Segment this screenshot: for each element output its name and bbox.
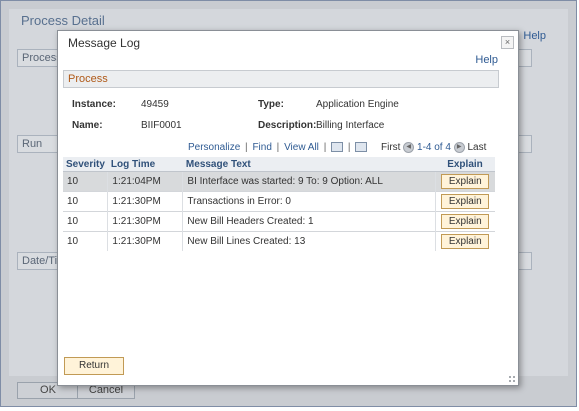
severity-cell: 10	[63, 191, 109, 212]
page-title: Process Detail	[21, 13, 105, 28]
find-link[interactable]: Find	[252, 142, 271, 153]
severity-cell: 10	[63, 171, 109, 192]
toolbar-separator: |	[276, 142, 280, 153]
log-time-cell: 1:21:30PM	[107, 191, 184, 212]
log-time-cell: 1:21:30PM	[107, 211, 184, 232]
toolbar-separator: |	[347, 142, 351, 153]
message-text-header[interactable]: Message Text	[182, 157, 435, 172]
name-value: BIIF0001	[141, 120, 182, 131]
message-text-cell: New Bill Lines Created: 13	[182, 231, 436, 251]
severity-header[interactable]: Severity	[63, 157, 108, 172]
explain-button[interactable]: Explain	[441, 214, 490, 229]
message-text-cell: New Bill Headers Created: 1	[182, 211, 436, 232]
instance-label: Instance:	[72, 99, 116, 110]
message-text-cell: BI Interface was started: 9 To: 9 Option…	[182, 171, 436, 192]
modal-title: Message Log	[68, 36, 141, 50]
new-window-icon[interactable]	[331, 142, 344, 153]
severity-cell: 10	[63, 231, 109, 251]
grid-pagination: First ◀ 1-4 of 4 ▶ Last	[381, 142, 486, 153]
close-icon[interactable]: ×	[501, 36, 514, 49]
previous-icon[interactable]: ◀	[403, 142, 415, 153]
explain-cell: Explain	[435, 191, 495, 212]
personalize-link[interactable]: Personalize	[188, 142, 240, 153]
explain-button[interactable]: Explain	[441, 174, 490, 189]
description-label: Description:	[258, 120, 317, 131]
message-log-grid: Severity Log Time Message Text Explain 1…	[63, 157, 495, 251]
modal-help-link[interactable]: Help	[475, 54, 498, 66]
log-time-cell: 1:21:30PM	[107, 231, 184, 251]
explain-cell: Explain	[435, 171, 495, 192]
table-row[interactable]: 10 1:21:30PM Transactions in Error: 0 Ex…	[63, 191, 495, 212]
toolbar-separator: |	[323, 142, 327, 153]
page-help-link[interactable]: Help	[523, 30, 546, 42]
next-icon[interactable]: ▶	[453, 142, 465, 153]
explain-header: Explain	[435, 157, 495, 172]
explain-button[interactable]: Explain	[441, 234, 490, 249]
grid-header-row: Severity Log Time Message Text Explain	[63, 157, 495, 172]
type-label: Type:	[258, 99, 284, 110]
explain-cell: Explain	[435, 211, 495, 232]
explain-button[interactable]: Explain	[441, 194, 490, 209]
severity-cell: 10	[63, 211, 109, 232]
type-value: Application Engine	[316, 99, 399, 110]
description-value: Billing Interface	[316, 120, 385, 131]
table-row[interactable]: 10 1:21:30PM New Bill Lines Created: 13 …	[63, 231, 495, 251]
instance-value: 49459	[141, 99, 169, 110]
message-text-cell: Transactions in Error: 0	[182, 191, 436, 212]
name-label: Name:	[72, 120, 103, 131]
explain-cell: Explain	[435, 231, 495, 251]
row-range: 1-4 of 4	[417, 142, 451, 154]
first-link[interactable]: First	[381, 142, 400, 153]
toolbar-separator: |	[245, 142, 248, 153]
last-link[interactable]: Last	[468, 142, 487, 153]
log-time-cell: 1:21:04PM	[107, 171, 184, 192]
resize-grip-icon[interactable]	[508, 375, 516, 383]
log-time-header[interactable]: Log Time	[107, 157, 183, 172]
view-all-link[interactable]: View All	[284, 142, 319, 153]
table-row[interactable]: 10 1:21:04PM BI Interface was started: 9…	[63, 171, 495, 192]
message-log-modal: Message Log × Help Process Instance: 494…	[57, 30, 519, 386]
return-button[interactable]: Return	[64, 357, 124, 375]
download-icon[interactable]	[355, 142, 368, 153]
process-section-header: Process	[63, 70, 499, 88]
table-row[interactable]: 10 1:21:30PM New Bill Headers Created: 1…	[63, 211, 495, 232]
grid-toolbar: Personalize | Find | View All | |	[188, 142, 368, 153]
